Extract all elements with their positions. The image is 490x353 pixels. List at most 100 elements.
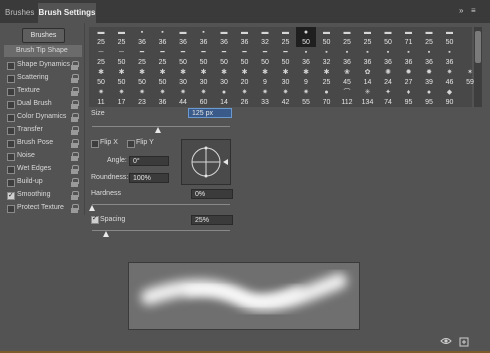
tab-brushes[interactable]: Brushes <box>5 3 34 23</box>
brush-preset[interactable]: ─ 50 <box>112 47 132 67</box>
brush-preset[interactable]: ━ 50 <box>235 47 255 67</box>
brush-preset[interactable]: ▪ 36 <box>296 47 316 67</box>
angle-roundness-widget-icon[interactable] <box>182 140 230 184</box>
lock-icon[interactable] <box>71 165 79 174</box>
brush-preset[interactable]: ✷ 23 <box>132 87 152 107</box>
lock-icon[interactable] <box>71 61 79 70</box>
sidebar-item-transfer[interactable]: Transfer <box>4 124 82 136</box>
sidebar-item-protect-texture[interactable]: Protect Texture <box>4 202 82 214</box>
brush-preset[interactable]: ✷ 26 <box>235 87 255 107</box>
brush-preset[interactable]: ▪ 36 <box>132 27 152 47</box>
brush-preset[interactable]: ⌒ 112 <box>337 87 357 107</box>
sidebar-item-brush-tip-shape[interactable]: Brush Tip Shape <box>4 45 82 57</box>
sidebar-item-smoothing[interactable]: Smoothing <box>4 189 82 202</box>
lock-icon[interactable] <box>71 87 79 96</box>
brush-preset[interactable]: ▬ 50 <box>317 27 337 47</box>
brush-preset[interactable]: ━ 50 <box>276 47 296 67</box>
brush-preset[interactable]: ✷ 46 <box>440 67 460 87</box>
brush-preset[interactable]: ✸ 39 <box>419 67 439 87</box>
brush-preset[interactable]: ❀ 45 <box>337 67 357 87</box>
sidebar-item-scattering[interactable]: Scattering <box>4 72 82 84</box>
brush-preset[interactable]: ▪ 36 <box>337 47 357 67</box>
transfer-checkbox[interactable] <box>7 127 15 135</box>
brush-preset[interactable]: ✱ 30 <box>173 67 193 87</box>
lock-icon[interactable] <box>71 126 79 135</box>
brush-preset[interactable]: ━ 25 <box>132 47 152 67</box>
noise-checkbox[interactable] <box>7 153 15 161</box>
brush-preset[interactable]: ━ 50 <box>194 47 214 67</box>
brush-preset[interactable]: ✱ 50 <box>153 67 173 87</box>
brush-pose-checkbox[interactable] <box>7 140 15 148</box>
brushes-button[interactable]: Brushes <box>22 28 65 43</box>
spacing-input[interactable]: 25% <box>191 215 233 225</box>
brush-preset[interactable]: ✳ 134 <box>358 87 378 107</box>
hardness-slider-track[interactable] <box>92 204 230 205</box>
brush-preset[interactable]: ▬ 36 <box>173 27 193 47</box>
brush-preset[interactable]: ✷ 60 <box>194 87 214 107</box>
brush-preset[interactable]: ✷ 36 <box>153 87 173 107</box>
brush-preset[interactable]: ▬ 25 <box>91 27 111 47</box>
brush-preset[interactable]: ▪ 36 <box>194 27 214 47</box>
brush-preset[interactable]: ✱ 9 <box>255 67 275 87</box>
brush-preset[interactable]: ▬ 25 <box>337 27 357 47</box>
sidebar-item-noise[interactable]: Noise <box>4 150 82 162</box>
brush-preset[interactable]: ▪ 36 <box>399 47 419 67</box>
brush-grid-scrollbar[interactable] <box>474 27 482 107</box>
lock-icon[interactable] <box>71 204 79 213</box>
spacing-checkbox[interactable] <box>91 214 99 224</box>
build-up-checkbox[interactable] <box>7 179 15 187</box>
sidebar-item-wet-edges[interactable]: Wet Edges <box>4 163 82 175</box>
brush-preset[interactable]: ▬ 25 <box>276 27 296 47</box>
lock-icon[interactable] <box>71 74 79 83</box>
brush-preset[interactable]: ─ 25 <box>91 47 111 67</box>
sidebar-item-brush-pose[interactable]: Brush Pose <box>4 137 82 149</box>
brush-preset[interactable]: ✷ 44 <box>173 87 193 107</box>
shape-dynamics-checkbox[interactable] <box>7 62 15 70</box>
lock-icon[interactable] <box>71 191 79 200</box>
brush-preset[interactable]: ✱ 25 <box>317 67 337 87</box>
brush-preset[interactable]: ✷ 33 <box>255 87 275 107</box>
hardness-input[interactable]: 0% <box>191 189 233 199</box>
brush-preset[interactable]: ▪ 36 <box>358 47 378 67</box>
brush-preset[interactable]: ✱ 30 <box>194 67 214 87</box>
brush-preset[interactable]: ✺ 24 <box>378 67 398 87</box>
brush-preset[interactable]: ▬ 50 <box>378 27 398 47</box>
lock-icon[interactable] <box>71 100 79 109</box>
brush-preset[interactable]: ▬ 25 <box>419 27 439 47</box>
brush-preset[interactable]: ◆ 90 <box>440 87 460 107</box>
brush-preset[interactable]: ▬ 50 <box>440 27 460 47</box>
brush-preset[interactable]: ▬ 36 <box>235 27 255 47</box>
lock-icon[interactable] <box>71 113 79 122</box>
lock-icon[interactable] <box>71 178 79 187</box>
brush-preset[interactable]: ━ 50 <box>255 47 275 67</box>
brush-preset[interactable]: ● 70 <box>317 87 337 107</box>
brush-preset[interactable]: ▬ 36 <box>214 27 234 47</box>
brush-preset[interactable]: ▪ 32 <box>317 47 337 67</box>
sidebar-item-shape-dynamics[interactable]: Shape Dynamics <box>4 59 82 71</box>
brush-preset[interactable]: ✱ 9 <box>296 67 316 87</box>
brush-preset[interactable]: ✷ 42 <box>276 87 296 107</box>
brush-preset[interactable]: ● 50 <box>296 27 316 47</box>
brush-preset[interactable]: ▪ 36 <box>153 27 173 47</box>
size-input[interactable]: 125 px <box>188 108 232 118</box>
hardness-slider-handle[interactable] <box>89 205 95 211</box>
brush-preset[interactable]: ━ 25 <box>153 47 173 67</box>
flip-y-checkbox[interactable] <box>127 140 135 148</box>
brush-preset[interactable]: ● 14 <box>214 87 234 107</box>
brush-preset[interactable]: ✷ 55 <box>296 87 316 107</box>
texture-checkbox[interactable] <box>7 88 15 96</box>
lock-icon[interactable] <box>71 152 79 161</box>
brush-preset[interactable]: ▪ 36 <box>378 47 398 67</box>
brush-preset[interactable]: ✱ 50 <box>132 67 152 87</box>
new-brush-icon[interactable] <box>458 335 470 347</box>
angle-input[interactable]: 0° <box>129 156 169 166</box>
brush-preset[interactable]: ✱ 30 <box>276 67 296 87</box>
smoothing-checkbox[interactable] <box>7 190 15 202</box>
brush-preset[interactable]: ● 95 <box>419 87 439 107</box>
brush-preset[interactable]: ━ 50 <box>173 47 193 67</box>
brush-preset[interactable]: ✱ 20 <box>235 67 255 87</box>
brush-preset[interactable]: ✷ 17 <box>112 87 132 107</box>
brush-preset[interactable]: ✱ 50 <box>91 67 111 87</box>
spacing-slider-track[interactable] <box>92 230 230 231</box>
scrollbar-thumb[interactable] <box>475 31 481 63</box>
